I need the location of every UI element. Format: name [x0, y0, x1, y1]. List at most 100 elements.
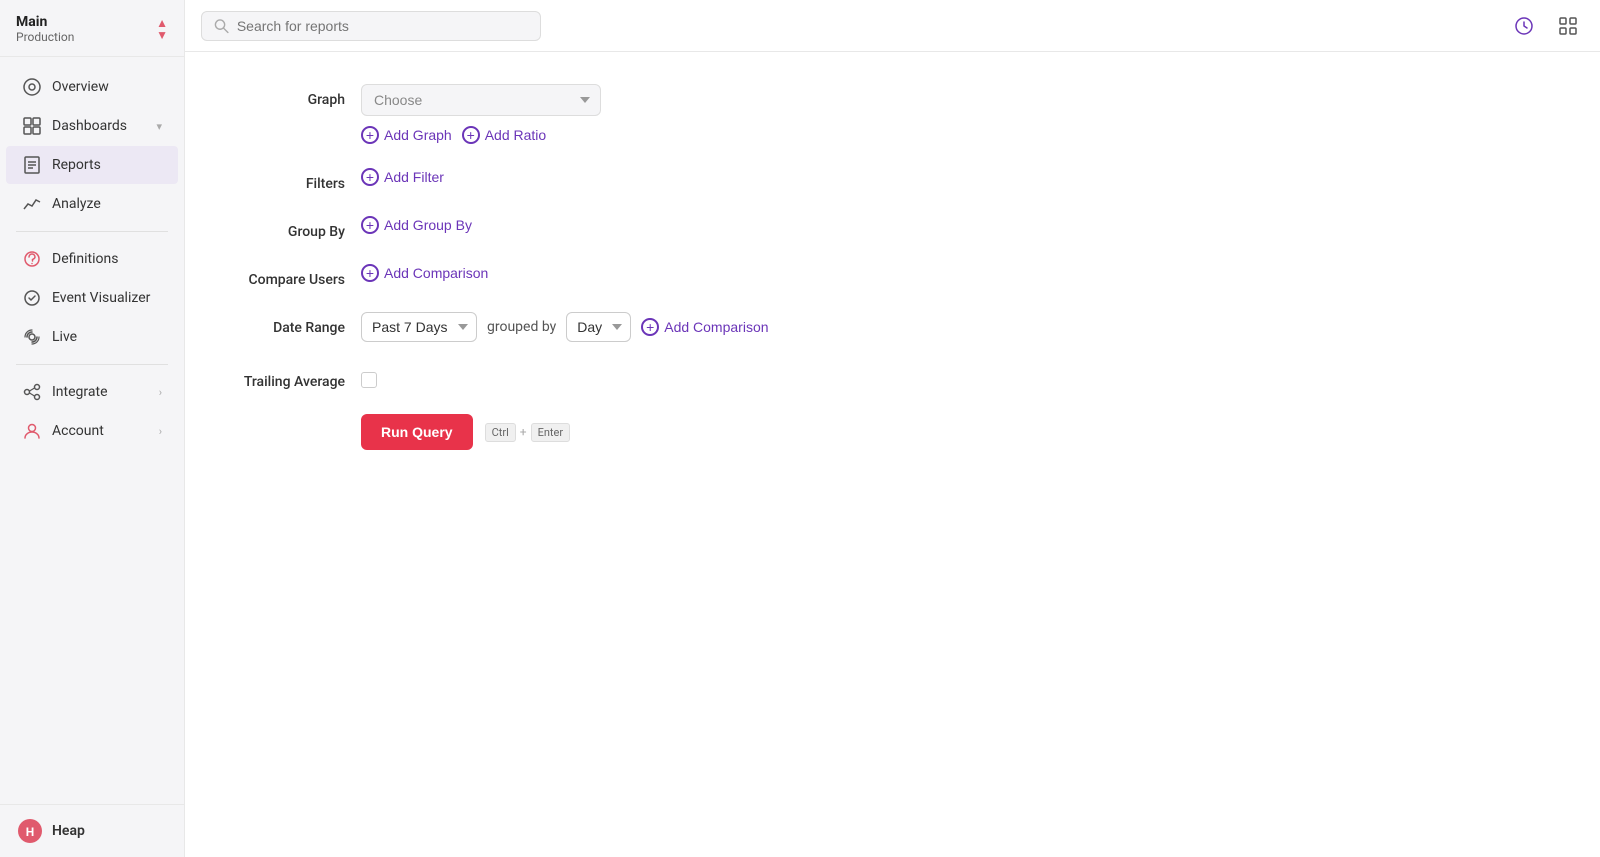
- add-graph-button[interactable]: + Add Graph: [361, 126, 452, 144]
- search-wrapper[interactable]: [201, 11, 541, 41]
- sidebar-analyze-label: Analyze: [52, 196, 162, 212]
- compare-users-row: Compare Users + Add Comparison: [225, 264, 1560, 288]
- date-range-label: Date Range: [225, 312, 345, 336]
- nav-divider-2: [16, 364, 168, 365]
- add-ratio-icon: +: [462, 126, 480, 144]
- group-by-row: Group By + Add Group By: [225, 216, 1560, 240]
- trailing-average-label: Trailing Average: [225, 366, 345, 390]
- add-comparison-button[interactable]: + Add Comparison: [361, 264, 488, 282]
- sidebar-overview-label: Overview: [52, 79, 162, 95]
- sidebar-footer: H Heap: [0, 804, 184, 857]
- keyboard-hint: Ctrl + Enter: [485, 423, 570, 442]
- sidebar-item-overview[interactable]: Overview: [6, 68, 178, 106]
- grid-icon-btn[interactable]: [1552, 10, 1584, 42]
- sidebar-toggle-icon: ▲▼: [156, 17, 168, 41]
- search-input[interactable]: [237, 18, 528, 34]
- ctrl-key: Ctrl: [485, 423, 516, 442]
- add-group-by-label: Add Group By: [384, 217, 472, 233]
- nav-divider-1: [16, 231, 168, 232]
- sidebar-item-account[interactable]: Account ›: [6, 412, 178, 450]
- account-icon: [22, 421, 42, 441]
- graph-row: Graph Choose + Add Graph + Add Ratio: [225, 84, 1560, 144]
- analyze-icon: [22, 194, 42, 214]
- run-query-controls: Run Query Ctrl + Enter: [361, 414, 570, 450]
- trailing-average-checkbox[interactable]: [361, 372, 377, 388]
- trailing-average-controls: [361, 366, 377, 388]
- dashboards-icon: [22, 116, 42, 136]
- add-graph-icon: +: [361, 126, 379, 144]
- sidebar-item-analyze[interactable]: Analyze: [6, 185, 178, 223]
- sidebar-sub-label: Production: [16, 30, 74, 44]
- add-group-by-icon: +: [361, 216, 379, 234]
- sidebar-header-text: Main Production: [16, 14, 74, 44]
- heap-logo-icon: H: [16, 817, 44, 845]
- add-comparison-date-label: Add Comparison: [664, 319, 768, 335]
- add-ratio-button[interactable]: + Add Ratio: [462, 126, 546, 144]
- heap-brand-label: Heap: [52, 823, 85, 839]
- reports-icon: [22, 155, 42, 175]
- group-by-label: Group By: [225, 216, 345, 240]
- trailing-average-row: Trailing Average: [225, 366, 1560, 390]
- run-query-row: Run Query Ctrl + Enter: [361, 414, 1560, 450]
- sidebar-item-integrate[interactable]: Integrate ›: [6, 373, 178, 411]
- graph-select[interactable]: Choose: [361, 84, 601, 116]
- graph-controls: Choose + Add Graph + Add Ratio: [361, 84, 601, 144]
- search-icon: [214, 18, 229, 34]
- filters-controls: + Add Filter: [361, 168, 444, 186]
- account-arrow-icon: ›: [159, 425, 162, 438]
- main-content: Graph Choose + Add Graph + Add Ratio: [185, 0, 1600, 857]
- sidebar-reports-label: Reports: [52, 157, 162, 173]
- grouped-by-text: grouped by: [487, 319, 556, 335]
- run-query-button[interactable]: Run Query: [361, 414, 473, 450]
- add-comparison-icon: +: [361, 264, 379, 282]
- sidebar: Main Production ▲▼ Overview: [0, 0, 185, 857]
- graph-label: Graph: [225, 84, 345, 108]
- add-comparison-label: Add Comparison: [384, 265, 488, 281]
- sidebar-item-reports[interactable]: Reports: [6, 146, 178, 184]
- svg-text:H: H: [26, 825, 34, 839]
- sidebar-item-event-visualizer[interactable]: Event Visualizer: [6, 279, 178, 317]
- add-comparison-date-icon: +: [641, 318, 659, 336]
- dashboards-arrow-icon: ▾: [156, 120, 162, 133]
- add-comparison-date-button[interactable]: + Add Comparison: [641, 318, 768, 336]
- integrate-icon: [22, 382, 42, 402]
- sidebar-definitions-label: Definitions: [52, 251, 162, 267]
- event-visualizer-icon: [22, 288, 42, 308]
- live-icon: [22, 327, 42, 347]
- date-range-controls: Past 7 Days grouped by Day + Add Compari…: [361, 312, 769, 342]
- plus-separator: +: [520, 425, 527, 439]
- sidebar-integrate-label: Integrate: [52, 384, 149, 400]
- grid-icon: [1558, 16, 1578, 36]
- sidebar-header[interactable]: Main Production ▲▼: [0, 0, 184, 57]
- add-graph-label: Add Graph: [384, 127, 452, 143]
- definitions-icon: [22, 249, 42, 269]
- add-filter-label: Add Filter: [384, 169, 444, 185]
- sidebar-item-dashboards[interactable]: Dashboards ▾: [6, 107, 178, 145]
- content-area: Graph Choose + Add Graph + Add Ratio: [185, 52, 1600, 857]
- sidebar-live-label: Live: [52, 329, 162, 345]
- integrate-arrow-icon: ›: [159, 386, 162, 399]
- sidebar-item-live[interactable]: Live: [6, 318, 178, 356]
- sidebar-account-label: Account: [52, 423, 149, 439]
- add-group-by-button[interactable]: + Add Group By: [361, 216, 472, 234]
- date-range-row: Date Range Past 7 Days grouped by Day + …: [225, 312, 1560, 342]
- sidebar-nav: Overview Dashboards ▾: [0, 57, 184, 804]
- day-select[interactable]: Day: [566, 312, 631, 342]
- history-icon-btn[interactable]: [1508, 10, 1540, 42]
- add-filter-button[interactable]: + Add Filter: [361, 168, 444, 186]
- date-range-select[interactable]: Past 7 Days: [361, 312, 477, 342]
- add-filter-icon: +: [361, 168, 379, 186]
- compare-users-controls: + Add Comparison: [361, 264, 488, 282]
- group-by-controls: + Add Group By: [361, 216, 472, 234]
- sidebar-main-label: Main: [16, 14, 74, 30]
- sidebar-item-definitions[interactable]: Definitions: [6, 240, 178, 278]
- overview-icon: [22, 77, 42, 97]
- topbar: [185, 0, 1600, 52]
- filters-row: Filters + Add Filter: [225, 168, 1560, 192]
- compare-users-label: Compare Users: [225, 264, 345, 288]
- sidebar-dashboards-label: Dashboards: [52, 118, 146, 134]
- sidebar-event-visualizer-label: Event Visualizer: [52, 290, 162, 306]
- enter-key: Enter: [531, 423, 571, 442]
- filters-label: Filters: [225, 168, 345, 192]
- add-ratio-label: Add Ratio: [485, 127, 546, 143]
